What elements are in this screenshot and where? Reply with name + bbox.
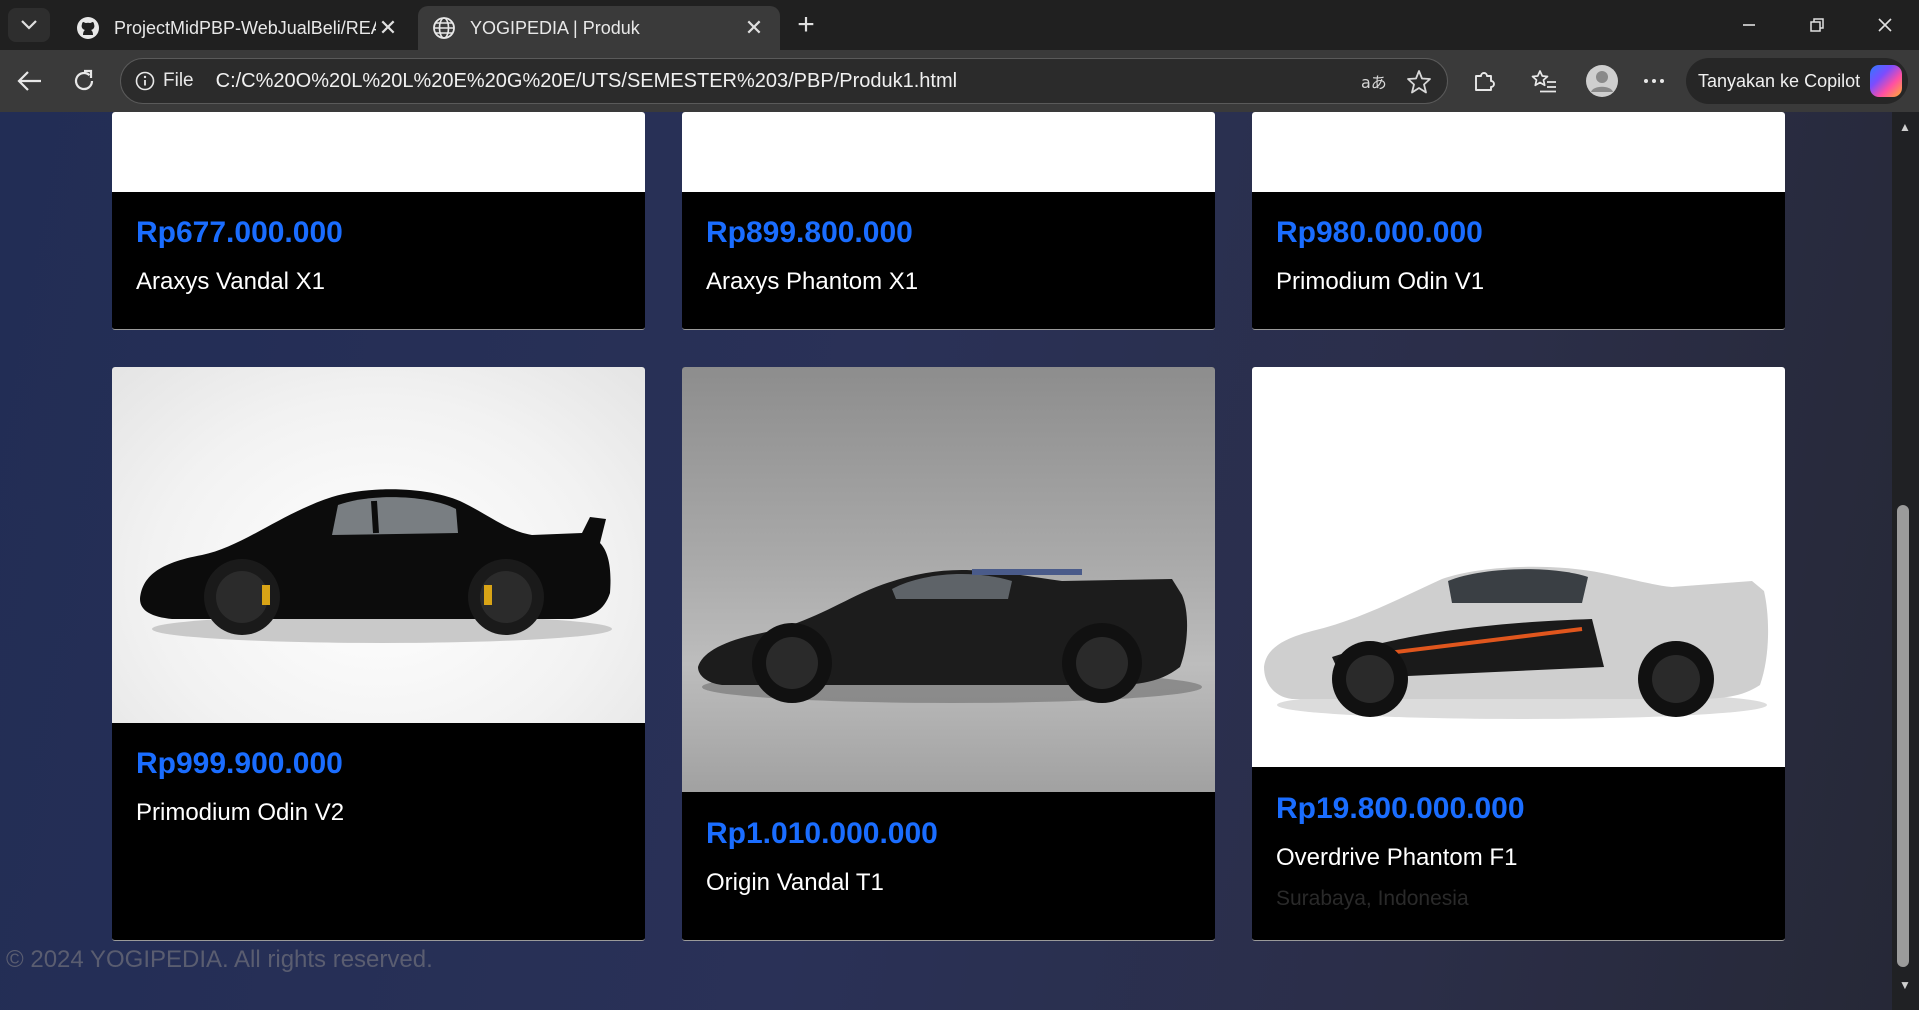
- product-card[interactable]: Rp677.000.000 Araxys Vandal X1: [112, 112, 645, 330]
- footer-copyright: © 2024 YOGIPEDIA. All rights reserved.: [6, 946, 433, 973]
- globe-icon: [433, 17, 455, 39]
- new-tab-button[interactable]: +: [790, 10, 822, 42]
- url-text[interactable]: C:/C%20O%20L%20L%20E%20G%20E/UTS/SEMESTE…: [216, 70, 957, 93]
- chevron-down-icon: [21, 20, 37, 30]
- product-price: Rp1.010.000.000: [706, 817, 938, 850]
- product-price: Rp899.800.000: [706, 216, 913, 249]
- minimize-icon: [1743, 24, 1755, 26]
- product-name: Primodium Odin V2: [136, 799, 345, 826]
- page-viewport: Rp677.000.000 Araxys Vandal X1 Rp899.800…: [0, 112, 1919, 1010]
- product-image: [1252, 112, 1785, 192]
- product-name: Araxys Vandal X1: [136, 268, 325, 295]
- tab-title: ProjectMidPBP-WebJualBeli/READ: [114, 17, 376, 38]
- copilot-icon: [1870, 65, 1903, 97]
- reload-button[interactable]: [64, 62, 104, 100]
- favorites-list-icon: [1531, 70, 1556, 93]
- product-card[interactable]: Rp899.800.000 Araxys Phantom X1: [682, 112, 1215, 330]
- back-button[interactable]: [10, 62, 50, 100]
- product-price: Rp19.800.000.000: [1276, 792, 1525, 825]
- product-name: Araxys Phantom X1: [706, 268, 919, 295]
- product-price: Rp980.000.000: [1276, 216, 1483, 249]
- close-icon: [1878, 18, 1892, 32]
- restore-button[interactable]: [1790, 8, 1844, 42]
- product-card[interactable]: Rp980.000.000 Primodium Odin V1: [1252, 112, 1785, 330]
- site-info-button[interactable]: File: [135, 70, 194, 92]
- product-card[interactable]: Rp999.900.000 Primodium Odin V2: [112, 367, 645, 941]
- car-image-dark-hypercar: [698, 569, 1202, 703]
- more-dots-icon: [1644, 79, 1664, 83]
- car-image-black-sports-car: [140, 489, 612, 643]
- tab-actions-menu-button[interactable]: [8, 8, 50, 42]
- tab-strip: ProjectMidPBP-WebJualBeli/READ ✕ YOGIPED…: [0, 0, 1919, 50]
- scrollbar-thumb[interactable]: [1897, 505, 1909, 967]
- product-card[interactable]: Rp1.010.000.000 Origin Vandal T1: [682, 367, 1215, 941]
- product-price: Rp999.900.000: [136, 747, 343, 780]
- address-bar[interactable]: File C:/C%20O%20L%20L%20E%20G%20E/UTS/SE…: [120, 58, 1448, 104]
- svg-text:aあ: aあ: [1361, 73, 1387, 92]
- product-image: [112, 367, 645, 723]
- product-name: Overdrive Phantom F1: [1276, 844, 1518, 871]
- settings-more-button[interactable]: [1634, 62, 1674, 100]
- puzzle-icon: [1475, 72, 1495, 91]
- profile-button[interactable]: [1580, 62, 1624, 100]
- copilot-button[interactable]: Tanyakan ke Copilot: [1686, 58, 1908, 104]
- avatar-icon: [1586, 65, 1618, 97]
- close-window-button[interactable]: [1858, 8, 1912, 42]
- read-aloud-translate-icon[interactable]: aあ: [1359, 68, 1387, 96]
- favorites-button[interactable]: [1524, 62, 1564, 100]
- tab-close-button[interactable]: ✕: [376, 15, 400, 40]
- reload-icon: [74, 69, 94, 91]
- product-image: [682, 367, 1215, 792]
- browser-toolbar: File C:/C%20O%20L%20L%20E%20G%20E/UTS/SE…: [0, 50, 1919, 112]
- product-name: Origin Vandal T1: [706, 869, 884, 896]
- product-image: [682, 112, 1215, 192]
- scroll-down-arrow-icon[interactable]: ▼: [1896, 978, 1914, 994]
- tab-github[interactable]: ProjectMidPBP-WebJualBeli/READ ✕: [62, 6, 414, 50]
- tab-yogipedia[interactable]: YOGIPEDIA | Produk ✕: [418, 6, 780, 50]
- product-image: [112, 112, 645, 192]
- product-location: Surabaya, Indonesia: [1276, 887, 1469, 910]
- minimize-button[interactable]: [1722, 8, 1776, 42]
- back-arrow-icon: [17, 71, 41, 91]
- scroll-up-arrow-icon[interactable]: ▲: [1896, 120, 1914, 136]
- restore-icon: [1810, 18, 1824, 32]
- tab-close-button[interactable]: ✕: [742, 15, 766, 40]
- github-icon: [77, 17, 99, 39]
- product-image: [1252, 367, 1785, 767]
- copilot-label: Tanyakan ke Copilot: [1698, 70, 1861, 91]
- product-name: Primodium Odin V1: [1276, 268, 1485, 295]
- favorite-star-icon[interactable]: [1405, 68, 1433, 96]
- car-image-silver-hypercar: [1264, 566, 1769, 719]
- scheme-label: File: [163, 70, 194, 91]
- product-price: Rp677.000.000: [136, 216, 343, 249]
- product-card[interactable]: Rp19.800.000.000 Overdrive Phantom F1 Su…: [1252, 367, 1785, 941]
- info-icon: [135, 71, 155, 91]
- tab-title: YOGIPEDIA | Produk: [470, 17, 640, 38]
- extensions-button[interactable]: [1464, 62, 1504, 100]
